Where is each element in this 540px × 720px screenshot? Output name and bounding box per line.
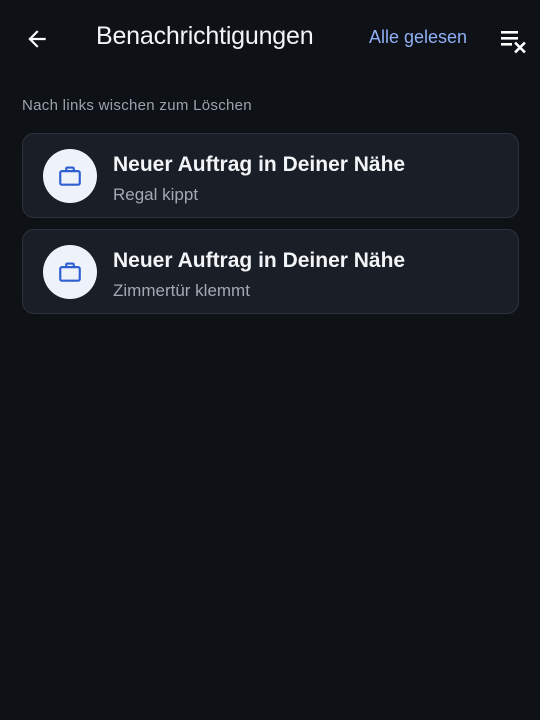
clear-all-button[interactable]	[498, 26, 528, 54]
notification-title: Neuer Auftrag in Deiner Nähe	[113, 249, 406, 272]
clear-all-icon	[501, 31, 526, 54]
swipe-hint: Nach links wischen zum Löschen	[22, 97, 252, 114]
briefcase-icon	[59, 262, 81, 282]
notification-avatar	[43, 149, 97, 203]
notification-title: Neuer Auftrag in Deiner Nähe	[113, 153, 406, 176]
notification-subtitle: Zimmertür klemmt	[113, 281, 250, 300]
arrow-left-icon	[28, 30, 46, 48]
mark-all-read-button[interactable]: Alle gelesen	[369, 27, 467, 48]
notification-item[interactable]: Neuer Auftrag in Deiner Nähe Zimmertür k…	[22, 229, 519, 314]
page-title: Benachrichtigungen	[96, 22, 314, 50]
notification-list: Neuer Auftrag in Deiner Nähe Regal kippt…	[22, 133, 519, 325]
back-button[interactable]	[20, 22, 54, 56]
notification-item[interactable]: Neuer Auftrag in Deiner Nähe Regal kippt	[22, 133, 519, 218]
app-bar: Benachrichtigungen Alle gelesen	[0, 0, 540, 76]
notification-avatar	[43, 245, 97, 299]
notification-subtitle: Regal kippt	[113, 185, 199, 204]
briefcase-icon	[59, 166, 81, 186]
